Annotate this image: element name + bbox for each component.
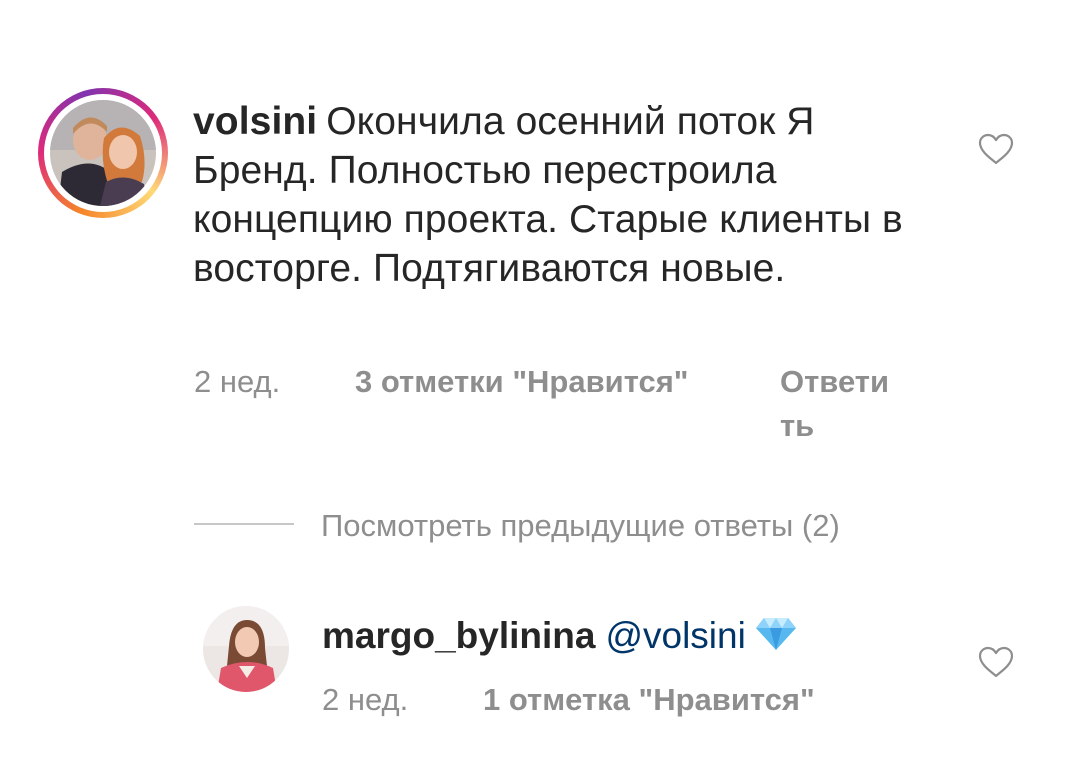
comment-text: volsini Окончила осенний поток Я Бренд. П… bbox=[193, 97, 933, 293]
mention-link[interactable]: @volsini bbox=[605, 615, 745, 656]
avatar bbox=[50, 100, 156, 206]
reply-text: margo_bylinina @volsini bbox=[322, 613, 798, 663]
reply-likes-link[interactable]: 1 отметка "Нравится" bbox=[483, 678, 815, 722]
like-heart-icon[interactable] bbox=[977, 132, 1015, 166]
reply-time: 2 нед. bbox=[322, 682, 409, 717]
comment-username[interactable]: volsini bbox=[193, 100, 317, 143]
replies-divider bbox=[194, 523, 294, 525]
reply-username[interactable]: margo_bylinina bbox=[322, 615, 595, 656]
comment-time: 2 нед. bbox=[194, 364, 281, 399]
gem-icon bbox=[754, 616, 798, 663]
comment-likes-link[interactable]: 3 отметки "Нравится" bbox=[355, 360, 689, 404]
avatar[interactable] bbox=[203, 606, 289, 692]
story-ring-avatar[interactable] bbox=[38, 88, 168, 218]
view-previous-replies-link[interactable]: Посмотреть предыдущие ответы (2) bbox=[321, 506, 840, 546]
like-heart-icon[interactable] bbox=[977, 645, 1015, 679]
reply-button[interactable]: Ответить bbox=[780, 360, 890, 448]
